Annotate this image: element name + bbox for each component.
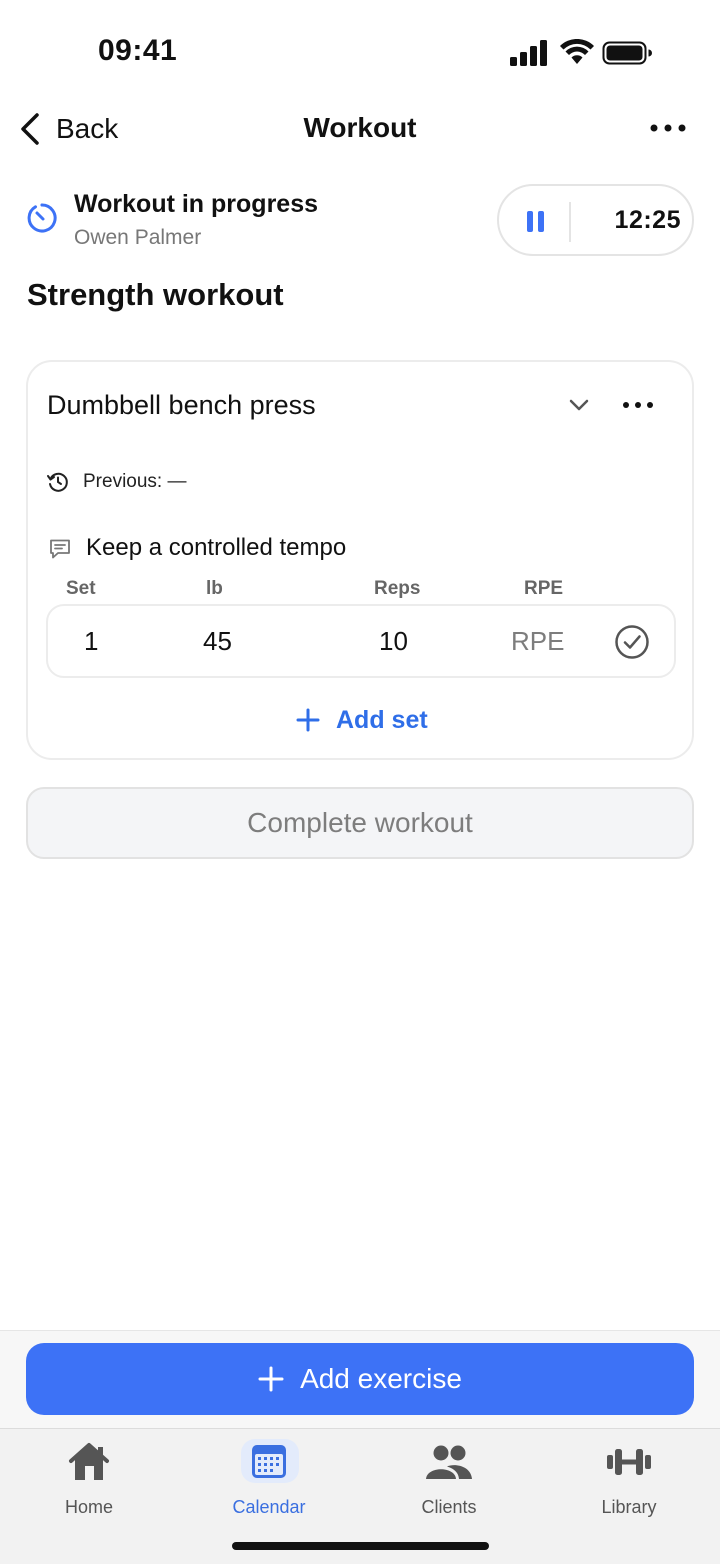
exercise-card: Dumbbell bench press Previous: — Keep a … [26,360,694,760]
chevron-down-icon [569,399,589,411]
set-number: 1 [84,626,99,656]
column-header-lb: lb [206,578,223,599]
previous-performance: Previous: — [83,471,187,492]
tab-library[interactable]: Library [559,1439,699,1517]
plus-icon [258,1366,284,1392]
rpe-input[interactable]: RPE [511,626,564,657]
complete-workout-button[interactable]: Complete workout [26,787,694,859]
tab-calendar[interactable]: Calendar [199,1439,339,1517]
nav-bar: Workout Back [0,100,720,156]
pause-icon [527,211,544,232]
timer-icon [27,203,57,233]
note-icon [50,539,70,559]
complete-set-button[interactable] [614,624,650,660]
more-horizontal-icon [623,402,653,408]
clients-icon [426,1445,472,1479]
tab-label: Home [64,1497,113,1517]
history-icon [47,472,68,492]
status-bar: 09:41 [0,0,720,100]
column-header-reps: Reps [374,578,421,599]
battery-icon [602,41,652,65]
add-set-button[interactable]: Add set [296,702,428,738]
timer-value: 12:25 [614,206,681,234]
back-label: Back [56,113,119,144]
add-exercise-label: Add exercise [300,1363,462,1394]
client-name: Owen Palmer [74,226,202,249]
plus-icon [296,708,320,732]
column-header-rpe: RPE [524,578,564,599]
set-row: 1 45 10 RPE [46,604,676,678]
back-button[interactable]: Back [18,110,118,148]
weight-input[interactable]: 45 [203,626,232,657]
add-set-label: Add set [336,705,428,734]
chevron-left-icon [21,113,39,145]
home-icon [69,1443,109,1480]
pause-button[interactable] [517,202,553,240]
signal-icon [510,40,547,66]
workout-timer: 12:25 [497,184,694,256]
progress-title: Workout in progress [74,190,319,218]
home-indicator [232,1542,489,1550]
exercise-more-button[interactable] [620,392,656,418]
tab-label: Calendar [232,1497,306,1517]
workout-title: Strength workout [27,277,284,312]
reps-input[interactable]: 10 [379,626,408,657]
tab-label: Library [601,1497,657,1517]
add-exercise-button[interactable]: Add exercise [26,1343,694,1415]
check-circle-icon [615,625,649,659]
tab-clients[interactable]: Clients [379,1439,519,1517]
more-options-button[interactable] [646,114,690,142]
more-horizontal-icon [650,124,686,132]
dumbbell-icon [607,1449,651,1475]
column-header-set: Set [66,578,96,599]
pill-divider [569,202,571,242]
wifi-icon [560,39,594,64]
exercise-note: Keep a controlled tempo [86,534,347,561]
tab-label: Clients [421,1497,477,1517]
status-time: 09:41 [98,34,178,67]
exercise-name: Dumbbell bench press [47,390,316,420]
calendar-icon [252,1445,286,1478]
tab-home[interactable]: Home [19,1439,159,1517]
collapse-button[interactable] [566,392,592,418]
